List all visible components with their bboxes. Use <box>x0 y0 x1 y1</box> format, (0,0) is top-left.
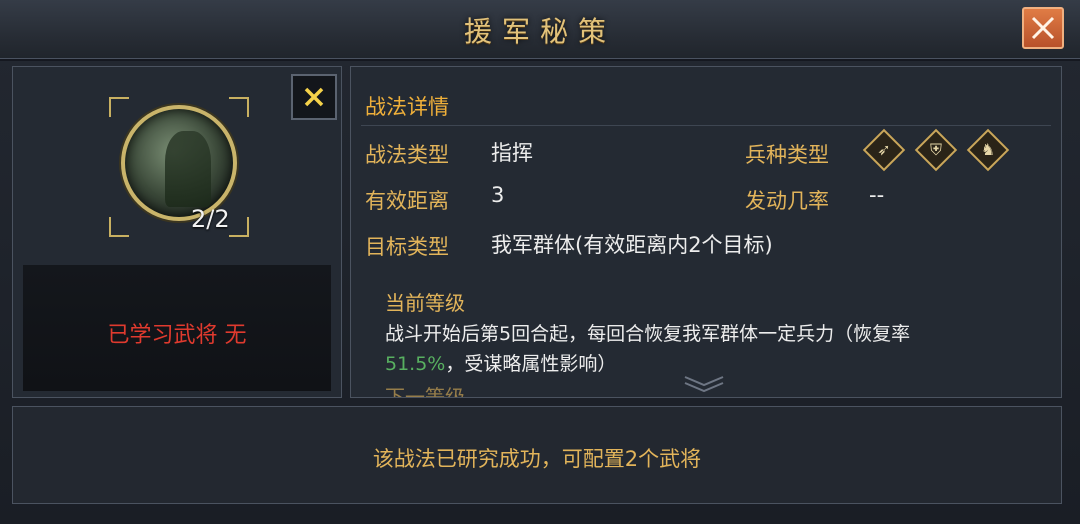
status-bar: 该战法已研究成功，可配置2个武将 <box>12 406 1062 504</box>
window-title: 援军秘策 <box>463 15 616 48</box>
slot-count: 2/2 <box>191 205 230 233</box>
frame-corner <box>229 97 249 117</box>
close-button[interactable] <box>1022 7 1064 49</box>
title-bar: 援军秘策 <box>0 0 1080 59</box>
scroll-down-icon[interactable] <box>681 373 727 393</box>
target-type-value: 我军群体(有效距离内2个目标) <box>491 233 773 257</box>
portrait-image <box>121 105 237 221</box>
section-title: 战法详情 <box>365 95 449 119</box>
trigger-rate-value: -- <box>869 183 885 207</box>
effect-description: 战斗开始后第5回合起，每回合恢复我军群体一定兵力（恢复率 51.5%，受谋略属性… <box>385 319 1045 379</box>
general-panel: 2/2 已学习武将 无 <box>12 66 342 398</box>
shield-icon[interactable]: ⛨ <box>914 128 958 172</box>
research-status-text: 该战法已研究成功，可配置2个武将 <box>372 447 702 471</box>
dialog-window: 援军秘策 2/2 已学习武将 无 战法详情 战法类型 指挥 兵种类型 ➶ ⛨ ♞… <box>0 0 1080 524</box>
tactic-type-value: 指挥 <box>491 141 533 165</box>
frame-corner <box>229 217 249 237</box>
description-text: ，受谋略属性影响） <box>445 353 617 375</box>
frame-corner <box>109 217 129 237</box>
divider <box>361 125 1051 126</box>
horse-icon[interactable]: ♞ <box>966 128 1010 172</box>
description-text: 战斗开始后第5回合起，每回合恢复我军群体一定兵力（恢复率 <box>385 323 911 345</box>
close-icon <box>1031 16 1055 40</box>
remove-button[interactable] <box>291 74 337 120</box>
learned-generals-box: 已学习武将 无 <box>23 265 331 391</box>
target-type-label: 目标类型 <box>365 235 449 259</box>
tactic-type-label: 战法类型 <box>365 143 449 167</box>
tactic-detail-panel[interactable]: 战法详情 战法类型 指挥 兵种类型 ➶ ⛨ ♞ 有效距离 3 发动几率 -- 目… <box>350 66 1062 398</box>
unit-type-label: 兵种类型 <box>745 143 829 167</box>
cross-icon <box>304 87 324 107</box>
recovery-rate: 51.5% <box>385 353 446 375</box>
frame-corner <box>109 97 129 117</box>
bow-icon[interactable]: ➶ <box>862 128 906 172</box>
range-value: 3 <box>491 183 505 207</box>
range-label: 有效距离 <box>365 189 449 213</box>
current-level-label: 当前等级 <box>385 291 465 315</box>
next-level-label: 下一等级 <box>385 385 465 398</box>
general-figure <box>165 131 211 207</box>
learned-generals-text: 已学习武将 无 <box>107 323 247 348</box>
trigger-rate-label: 发动几率 <box>745 189 829 213</box>
